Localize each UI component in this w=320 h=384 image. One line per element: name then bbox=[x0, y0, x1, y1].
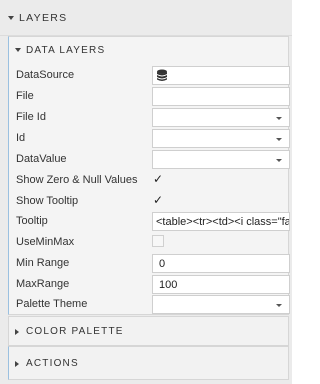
min-range-value: 0 bbox=[159, 258, 166, 270]
data-value-select[interactable] bbox=[152, 150, 290, 169]
datasource-picker[interactable] bbox=[152, 66, 290, 85]
palette-theme-label: Palette Theme bbox=[16, 298, 88, 310]
max-range-row: MaxRange 100 bbox=[9, 275, 290, 295]
chevron-down-icon bbox=[276, 159, 282, 162]
color-palette-section[interactable]: COLOR PALETTE bbox=[8, 316, 289, 346]
max-range-value: 100 bbox=[159, 279, 178, 291]
file-id-label: File Id bbox=[16, 111, 46, 123]
max-range-input[interactable]: 100 bbox=[152, 275, 290, 294]
id-row: Id bbox=[9, 129, 290, 149]
file-label: File bbox=[16, 90, 34, 102]
file-row: File bbox=[9, 87, 290, 107]
show-zero-null-label: Show Zero & Null Values bbox=[16, 174, 138, 186]
show-zero-null-checkbox[interactable]: ✓ bbox=[152, 172, 164, 186]
file-id-select[interactable] bbox=[152, 108, 290, 127]
palette-theme-select[interactable] bbox=[152, 295, 290, 314]
expand-triangle-icon bbox=[15, 329, 19, 335]
min-range-row: Min Range 0 bbox=[9, 254, 290, 274]
tooltip-value: <table><tr><td><i class="fa bbox=[156, 216, 290, 228]
file-input[interactable] bbox=[152, 87, 290, 106]
min-range-input[interactable]: 0 bbox=[152, 254, 290, 273]
database-icon bbox=[157, 69, 167, 81]
show-tooltip-label: Show Tooltip bbox=[16, 195, 79, 207]
data-layers-header[interactable]: DATA LAYERS bbox=[9, 37, 288, 65]
color-palette-header[interactable]: COLOR PALETTE bbox=[9, 317, 288, 345]
expand-triangle-icon bbox=[15, 361, 19, 367]
layers-section-header[interactable]: LAYERS bbox=[0, 0, 292, 36]
checkmark-icon: ✓ bbox=[153, 193, 164, 207]
tooltip-input[interactable]: <table><tr><td><i class="fa bbox=[152, 212, 290, 231]
chevron-down-icon bbox=[276, 117, 282, 120]
tooltip-label: Tooltip bbox=[16, 215, 48, 227]
use-min-max-label: UseMinMax bbox=[16, 236, 75, 248]
checkmark-icon: ✓ bbox=[153, 172, 164, 186]
actions-header[interactable]: ACTIONS bbox=[9, 347, 288, 375]
show-tooltip-row: Show Tooltip ✓ bbox=[9, 192, 288, 212]
use-min-max-checkbox[interactable] bbox=[152, 235, 164, 247]
color-palette-title: COLOR PALETTE bbox=[26, 326, 124, 337]
tooltip-row: Tooltip <table><tr><td><i class="fa bbox=[9, 212, 290, 232]
id-label: Id bbox=[16, 132, 26, 144]
max-range-label: MaxRange bbox=[16, 278, 70, 290]
palette-theme-row: Palette Theme bbox=[9, 295, 290, 315]
datasource-label: DataSource bbox=[16, 69, 75, 81]
actions-title: ACTIONS bbox=[26, 358, 79, 369]
min-range-label: Min Range bbox=[16, 257, 70, 269]
collapse-triangle-icon bbox=[15, 48, 21, 52]
actions-section[interactable]: ACTIONS bbox=[8, 346, 289, 380]
data-layers-section: DATA LAYERS DataSource File File Id Id D… bbox=[8, 36, 290, 315]
use-min-max-row: UseMinMax bbox=[9, 233, 288, 253]
show-zero-null-row: Show Zero & Null Values ✓ bbox=[9, 171, 288, 191]
chevron-down-icon bbox=[276, 304, 282, 307]
properties-panel: LAYERS DATA LAYERS DataSource File File … bbox=[0, 0, 292, 384]
data-layers-title: DATA LAYERS bbox=[26, 45, 106, 56]
show-tooltip-checkbox[interactable]: ✓ bbox=[152, 193, 164, 207]
file-id-row: File Id bbox=[9, 108, 290, 128]
chevron-down-icon bbox=[276, 138, 282, 141]
data-value-label: DataValue bbox=[16, 153, 67, 165]
layers-title: LAYERS bbox=[19, 12, 68, 24]
datasource-row: DataSource bbox=[9, 66, 290, 86]
data-value-row: DataValue bbox=[9, 150, 290, 170]
id-select[interactable] bbox=[152, 129, 290, 148]
collapse-triangle-icon bbox=[8, 16, 14, 20]
